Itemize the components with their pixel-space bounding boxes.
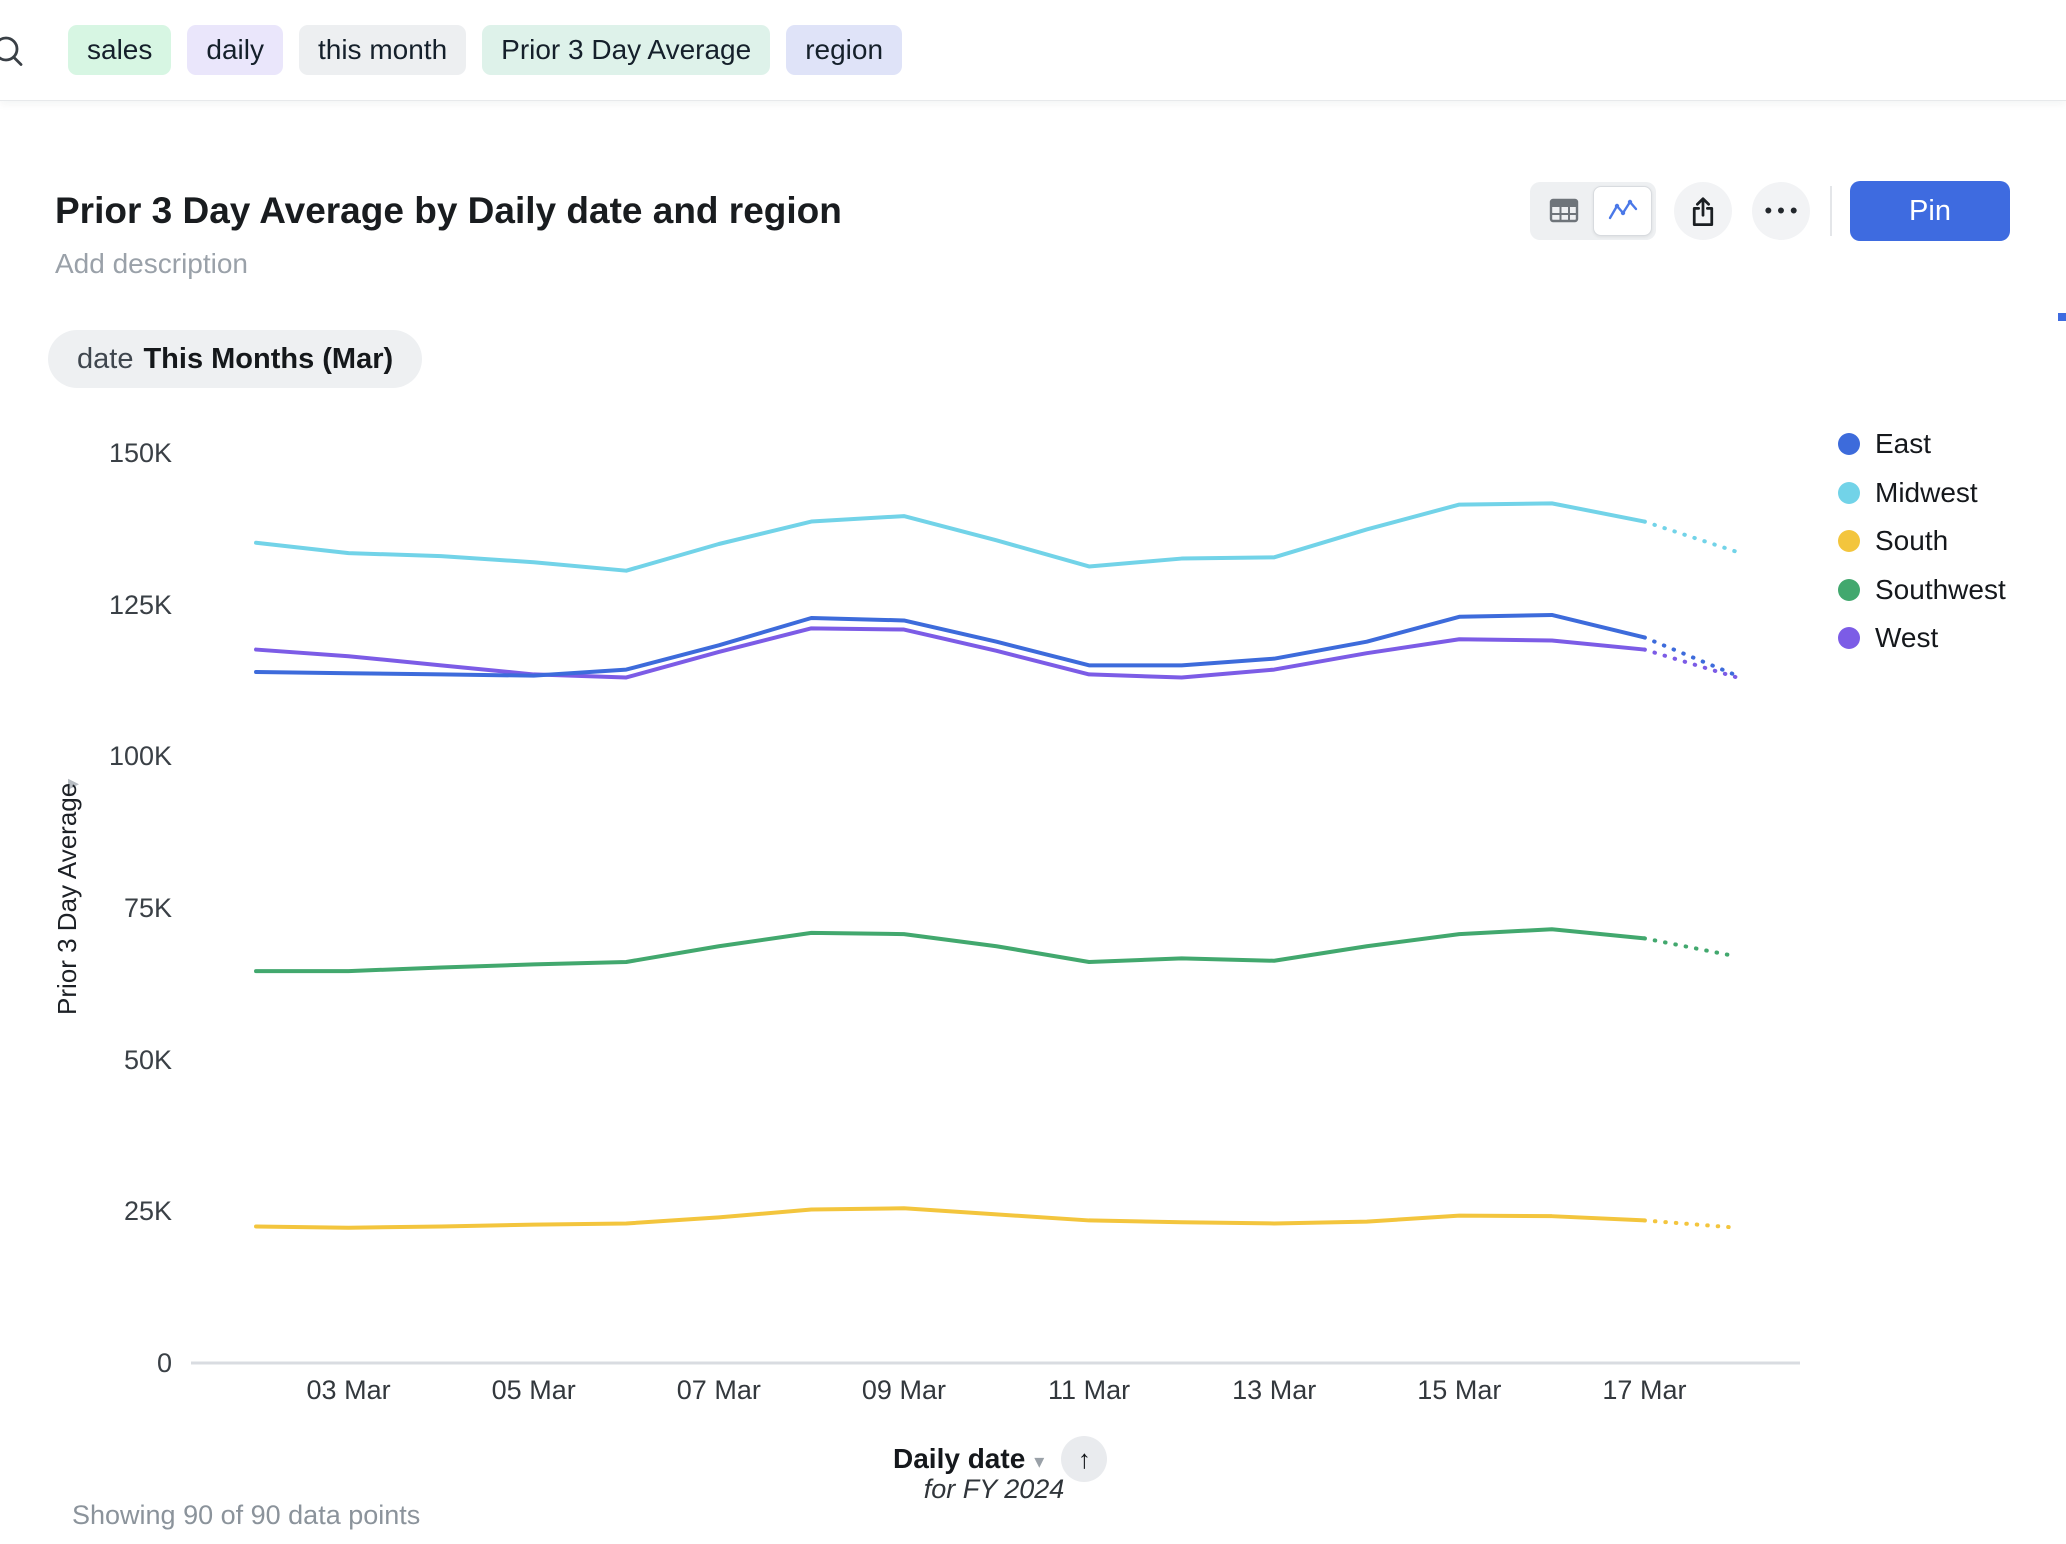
legend-label: Southwest [1875, 574, 2006, 606]
line-chart-icon [1607, 198, 1639, 224]
y-tick-label: 0 [60, 1349, 172, 1377]
series-line-forecast-southwest [1644, 938, 1737, 956]
legend-label: West [1875, 622, 1938, 654]
x-tick-label: 07 Mar [677, 1376, 761, 1404]
filter-pill[interactable]: this month [299, 25, 466, 75]
more-button[interactable]: ••• [1752, 182, 1810, 240]
data-points-status: Showing 90 of 90 data points [72, 1500, 420, 1531]
table-view-button[interactable] [1534, 186, 1593, 236]
page-title: Prior 3 Day Average by Daily date and re… [55, 190, 842, 232]
date-filter-prefix: date [77, 343, 133, 376]
legend-dot [1838, 579, 1860, 601]
series-line-forecast-east [1644, 637, 1737, 675]
share-button[interactable] [1674, 182, 1732, 240]
y-tick-label: 25K [60, 1197, 172, 1225]
legend-item[interactable]: Southwest [1838, 566, 2006, 615]
legend-item[interactable]: West [1838, 614, 2006, 663]
filter-pill[interactable]: Prior 3 Day Average [482, 25, 770, 75]
chart-legend: East Midwest South Southwest West [1838, 420, 2006, 663]
legend-dot [1838, 530, 1860, 552]
y-axis-title: Prior 3 Day Average [52, 783, 83, 1015]
series-line-south [256, 1208, 1644, 1227]
x-tick-label: 15 Mar [1417, 1376, 1501, 1404]
pin-button[interactable]: Pin [1850, 181, 2010, 241]
legend-dot [1838, 482, 1860, 504]
legend-item[interactable]: South [1838, 517, 2006, 566]
filter-pills: sales daily this month Prior 3 Day Average r… [68, 25, 902, 75]
filter-pill[interactable]: sales [68, 25, 171, 75]
y-tick-label: 150K [60, 439, 172, 467]
table-icon [1549, 198, 1579, 224]
ellipsis-icon: ••• [1759, 198, 1802, 224]
legend-label: East [1875, 428, 1931, 460]
search-bar[interactable]: sales daily this month Prior 3 Day Average r… [0, 0, 2066, 101]
date-filter-value: This Months (Mar) [143, 343, 393, 376]
series-line-east [256, 615, 1644, 676]
y-tick-label: 50K [60, 1046, 172, 1074]
legend-item[interactable]: East [1838, 420, 2006, 469]
legend-dot [1838, 627, 1860, 649]
series-line-forecast-south [1644, 1220, 1737, 1227]
series-line-forecast-west [1644, 650, 1737, 678]
add-description[interactable]: Add description [55, 248, 248, 280]
x-field-label[interactable]: Daily date [893, 1443, 1025, 1475]
y-tick-label: 100K [60, 742, 172, 770]
header-divider [1830, 186, 1832, 236]
chart-view-button[interactable] [1593, 186, 1652, 236]
series-line-southwest [256, 929, 1644, 971]
x-field-note: for FY 2024 [844, 1474, 1144, 1505]
x-tick-label: 13 Mar [1232, 1376, 1316, 1404]
filter-pill[interactable]: daily [187, 25, 283, 75]
x-tick-label: 17 Mar [1602, 1376, 1686, 1404]
date-filter-chip[interactable]: date This Months (Mar) [48, 330, 422, 388]
legend-item[interactable]: Midwest [1838, 469, 2006, 518]
page: sales daily this month Prior 3 Day Average r… [0, 0, 2066, 1544]
series-line-midwest [256, 503, 1644, 570]
x-axis-ticks: 03 Mar 05 Mar 07 Mar 09 Mar 11 Mar 13 Mar 15 M… [0, 1376, 2066, 1406]
arrow-up-icon: ↑ [1078, 1444, 1091, 1475]
x-tick-label: 03 Mar [307, 1376, 391, 1404]
legend-label: Midwest [1875, 477, 1978, 509]
view-toggle [1530, 182, 1656, 240]
x-tick-label: 09 Mar [862, 1376, 946, 1404]
y-tick-label: 125K [60, 591, 172, 619]
legend-dot [1838, 433, 1860, 455]
series-line-west [256, 628, 1644, 677]
filter-pill[interactable]: region [786, 25, 902, 75]
series-line-forecast-midwest [1644, 522, 1737, 552]
x-tick-label: 05 Mar [492, 1376, 576, 1404]
x-tick-label: 11 Mar [1048, 1376, 1130, 1404]
caret-down-icon[interactable]: ▾ [1034, 1445, 1044, 1474]
magnifier-icon [0, 32, 28, 79]
export-icon [1688, 195, 1718, 228]
scroll-indicator [2058, 313, 2066, 321]
legend-label: South [1875, 525, 1948, 557]
